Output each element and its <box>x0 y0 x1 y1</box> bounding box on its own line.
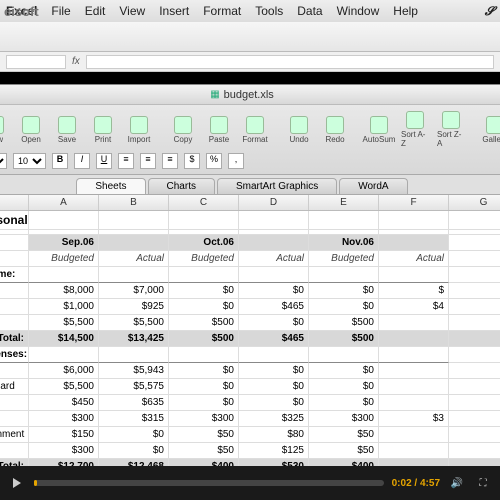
menu-file[interactable]: File <box>51 4 70 18</box>
table-row[interactable]: Total:$14,500$13,425$500$465$500 <box>0 331 500 347</box>
copy-button[interactable]: Copy <box>167 114 199 146</box>
align-left-button[interactable]: ≡ <box>118 153 134 169</box>
currency-button[interactable]: $ <box>184 153 200 169</box>
table-row[interactable]: BudgetedActualBudgetedActualBudgetedActu… <box>0 251 500 267</box>
tab-charts[interactable]: Charts <box>148 178 215 194</box>
sort-az-button[interactable]: Sort A-Z <box>399 109 431 150</box>
menu-insert[interactable]: Insert <box>159 4 189 18</box>
window-titlebar[interactable]: ▦ budget.xls <box>0 85 500 105</box>
sort-za-button[interactable]: Sort Z-A <box>435 109 467 150</box>
table-row[interactable]: hes$300$0$50$125$50 <box>0 443 500 459</box>
import-button[interactable]: Import <box>123 114 155 146</box>
name-box[interactable] <box>6 55 66 69</box>
undo-button[interactable]: Undo <box>283 114 315 146</box>
table-row[interactable]: ks$450$635$0$0$0 <box>0 395 500 411</box>
time-display: 0:02 / 4:57 <box>392 478 440 489</box>
open-button[interactable]: Open <box>15 114 47 146</box>
new-button[interactable]: New <box>0 114 11 146</box>
table-row[interactable]: Personal Budget <box>0 211 500 230</box>
workbook-toolbar <box>0 22 500 52</box>
align-center-button[interactable]: ≡ <box>140 153 156 169</box>
paste-button[interactable]: Paste <box>203 114 235 146</box>
font-select[interactable]: a <box>0 153 7 169</box>
save-button[interactable]: Save <box>51 114 83 146</box>
table-row[interactable]: on$6,000$5,943$0$0$0 <box>0 363 500 379</box>
italic-button[interactable]: I <box>74 153 90 169</box>
system-menubar: Excel File Edit View Insert Format Tools… <box>0 0 500 22</box>
redo-button[interactable]: Redo <box>319 114 351 146</box>
menu-tools[interactable]: Tools <box>255 4 283 18</box>
progress-bar[interactable] <box>34 480 384 486</box>
table-row[interactable]: ents$5,500$5,500$500$0$500 <box>0 315 500 331</box>
table-row[interactable]: ertainment$150$0$50$80$50 <box>0 427 500 443</box>
format-button[interactable]: Format <box>239 114 271 146</box>
menu-format[interactable]: Format <box>203 4 241 18</box>
watermark: eisoft <box>4 4 39 19</box>
document-title: budget.xls <box>224 89 274 101</box>
spreadsheet-grid[interactable]: ABC DEFG Personal Budget Sep.06Oct.06Nov.… <box>0 195 500 481</box>
fullscreen-button[interactable]: ⛶ <box>474 474 492 492</box>
menu-view[interactable]: View <box>119 4 145 18</box>
ribbon-toolbar: New Open Save Print Import Copy Paste Fo… <box>0 105 500 175</box>
tab-smartart[interactable]: SmartArt Graphics <box>217 178 337 194</box>
print-button[interactable]: Print <box>87 114 119 146</box>
menu-window[interactable]: Window <box>337 4 380 18</box>
video-controls: 0:02 / 4:57 🔊 ⛶ <box>0 466 500 500</box>
ribbon-tabs: Sheets Charts SmartArt Graphics WordA <box>0 175 500 195</box>
formula-bar: fx <box>0 52 500 72</box>
table-row[interactable]: d$300$315$300$325$300$3 <box>0 411 500 427</box>
excel-doc-icon: ▦ <box>210 89 219 100</box>
play-button[interactable] <box>8 474 26 492</box>
underline-button[interactable]: U <box>96 153 112 169</box>
menu-edit[interactable]: Edit <box>85 4 106 18</box>
volume-button[interactable]: 🔊 <box>448 474 466 492</box>
document-window: ▦ budget.xls New Open Save Print Import … <box>0 84 500 482</box>
table-row[interactable]: Sep.06Oct.06Nov.06 <box>0 235 500 251</box>
table-row[interactable]: $1,000$925$0$465$0$4 <box>0 299 500 315</box>
table-row[interactable]: n$8,000$7,000$0$0$0$ <box>0 283 500 299</box>
percent-button[interactable]: % <box>206 153 222 169</box>
column-headers[interactable]: ABC DEFG <box>0 195 500 211</box>
align-right-button[interactable]: ≡ <box>162 153 178 169</box>
autosum-button[interactable]: AutoSum <box>363 114 395 146</box>
formula-input[interactable] <box>86 55 494 69</box>
fx-label: fx <box>72 56 80 67</box>
menu-help[interactable]: Help <box>393 4 418 18</box>
bold-button[interactable]: B <box>52 153 68 169</box>
play-icon <box>13 478 21 488</box>
script-menu-icon[interactable]: 𝓢 <box>485 4 494 19</box>
size-select[interactable]: 10 <box>13 153 46 169</box>
menu-data[interactable]: Data <box>297 4 322 18</box>
gallery-button[interactable]: Gallery <box>479 114 500 146</box>
tab-wordart[interactable]: WordA <box>339 178 407 194</box>
comma-button[interactable]: , <box>228 153 244 169</box>
table-row[interactable]: Income: <box>0 267 500 283</box>
table-row[interactable]: Expenses: <box>0 347 500 363</box>
table-row[interactable]: m/Board$5,500$5,575$0$0$0 <box>0 379 500 395</box>
tab-sheets[interactable]: Sheets <box>76 178 145 194</box>
